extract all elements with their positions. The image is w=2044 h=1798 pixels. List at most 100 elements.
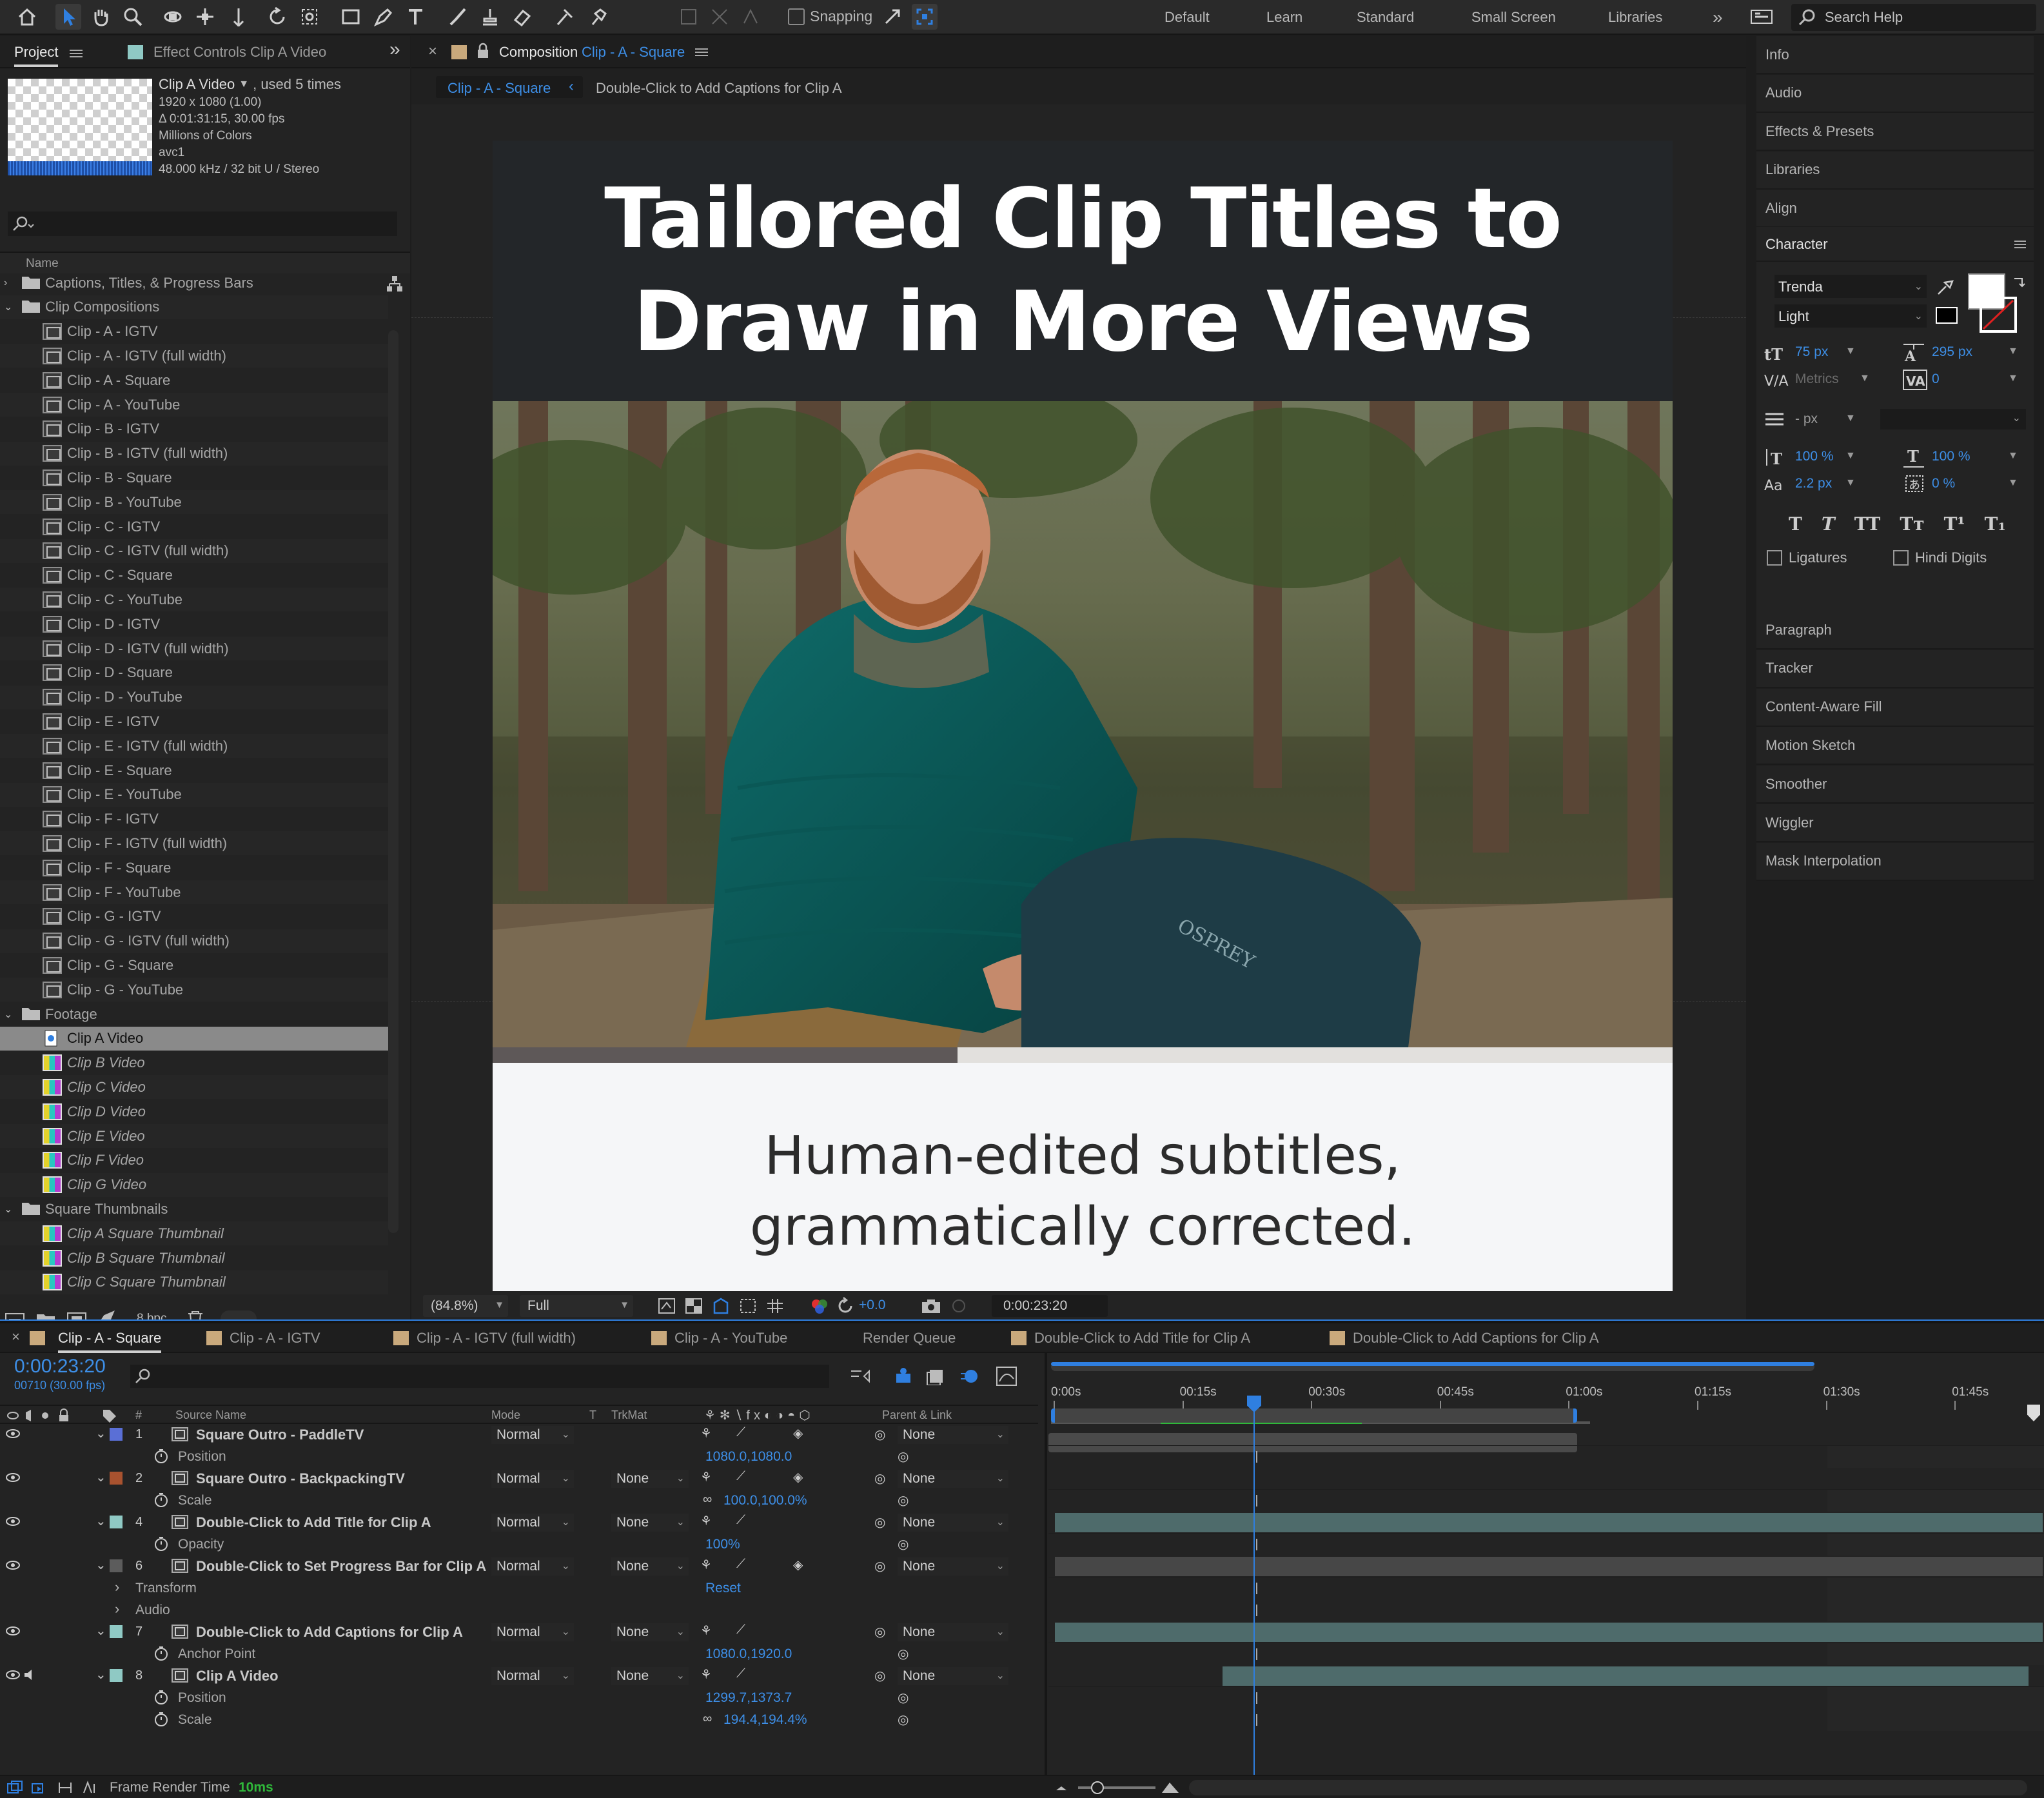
eye-icon[interactable] [5,1516,21,1527]
project-item[interactable]: Clip B Square Thumbnail [0,1246,388,1270]
trkmat-dropdown[interactable]: None ⌄ [611,1514,689,1532]
project-item[interactable]: Clip - B - YouTube [0,490,388,515]
project-item[interactable]: Clip - D - IGTV (full width) [0,637,388,660]
lock-icon[interactable] [476,43,490,59]
layer-name[interactable]: Square Outro - PaddleTV [196,1427,364,1443]
project-item[interactable]: Clip A Video [0,1026,388,1051]
layer-row[interactable]: ⌄ 2 Square Outro - BackpackingTV Normal ⌄ Non… [0,1468,1038,1490]
layer-duration-bar[interactable] [1055,1513,2043,1532]
chevron-down-icon[interactable]: ⌄ [95,1623,106,1639]
project-item[interactable]: Clip - G - IGTV [0,905,388,929]
frame-blending-icon[interactable] [926,1367,948,1385]
timeline-tab[interactable]: Clip - A - IGTV [230,1330,320,1347]
project-item[interactable]: Clip - A - IGTV (full width) [0,344,388,368]
chevron-down-icon[interactable]: ▼ [2008,373,2018,384]
trkmat-dropdown[interactable]: None ⌄ [611,1623,689,1641]
stopwatch-icon[interactable] [153,1492,169,1508]
layer-label-color[interactable] [110,1625,123,1638]
collapse-transform-icon[interactable]: ◈ [793,1425,803,1441]
constrain-proportions-icon[interactable]: ∞ [703,1712,712,1726]
panel-smoother[interactable]: Smoother [1756,766,2034,804]
black-swatch[interactable] [1936,307,1958,324]
anchor-point-tool-icon[interactable] [297,4,322,30]
chevron-right-icon[interactable]: › [4,277,13,289]
breadcrumb-current[interactable]: Clip - A - Square ‹ [436,76,583,98]
camera-snapshot-icon[interactable] [921,1298,941,1314]
resolution-dropdown[interactable]: Full ▼ [520,1295,633,1317]
blend-mode-dropdown[interactable]: Normal ⌄ [491,1514,574,1532]
world-axis-icon[interactable] [707,4,732,30]
snapping-toggle[interactable]: Snapping [788,8,872,25]
pickwhip-icon[interactable]: ◎ [874,1558,885,1574]
stopwatch-icon[interactable] [153,1536,169,1552]
project-item[interactable]: Clip - G - Square [0,953,388,977]
project-item[interactable]: Clip - C - IGTV (full width) [0,538,388,563]
col-mode[interactable]: Mode [491,1408,520,1422]
clone-stamp-icon[interactable] [477,4,503,30]
grid-guides-icon[interactable] [766,1298,784,1314]
shy-switch-icon[interactable]: ⚘ [700,1623,712,1639]
blend-mode-dropdown[interactable]: Normal ⌄ [491,1557,574,1576]
panel-paragraph[interactable]: Paragraph [1756,611,2034,649]
snap-options-icon[interactable] [880,4,905,30]
blend-mode-dropdown[interactable]: Normal ⌄ [491,1470,574,1488]
fast-preview-icon[interactable] [658,1298,676,1314]
rotation-tool-icon[interactable] [264,4,290,30]
property-value[interactable]: 100.0,100.0% [723,1493,807,1508]
layer-label-color[interactable] [110,1669,123,1682]
stroke-style-dropdown[interactable]: ⌄ [1880,409,2026,430]
font-size-value[interactable]: 75 px [1795,344,1828,360]
folder-row[interactable]: › Captions, Titles, & Progress Bars [0,271,388,295]
tab-effect-controls[interactable]: Effect Controls Clip A Video [153,44,326,61]
faux-bold-button[interactable]: T [1789,513,1802,535]
project-item[interactable]: Clip - D - YouTube [0,685,388,709]
expression-pickwhip-icon[interactable]: ◎ [898,1690,909,1706]
timeline-zoom-thumb[interactable] [1091,1781,1104,1794]
parent-dropdown[interactable]: None ⌄ [898,1514,1008,1532]
property-row[interactable]: Opacity 100% ◎ [0,1534,1038,1556]
project-item[interactable]: Clip G Video [0,1172,388,1197]
subscript-button[interactable]: T₁ [1985,513,2006,535]
panel-mask-interpolation[interactable]: Mask Interpolation [1756,842,2034,881]
chevron-down-icon[interactable]: ▼ [2008,450,2018,462]
parent-dropdown[interactable]: None ⌄ [898,1557,1008,1576]
vertical-scale-value[interactable]: 100 % [1795,449,1834,464]
orbit-camera-icon[interactable] [160,4,186,30]
layer-row[interactable]: ⌄ 8 Clip A Video Normal ⌄ None ⌄ ⚘ ⟋ ◎ None ⌄ [0,1665,1038,1687]
expression-pickwhip-icon[interactable]: ◎ [898,1646,909,1662]
hand-tool-icon[interactable] [88,4,113,30]
stroke-color-swatch[interactable] [1980,297,2017,333]
project-item[interactable]: Clip - B - IGTV [0,417,388,441]
quality-switch-icon[interactable]: ⟋ [736,1557,745,1572]
puppet-pin-icon[interactable] [585,4,611,30]
parent-dropdown[interactable]: None ⌄ [898,1623,1008,1641]
project-item[interactable]: Clip - E - YouTube [0,782,388,807]
workspace-tab[interactable]: Default [1164,0,1210,35]
property-row[interactable]: › Transform Reset [0,1577,1038,1599]
project-item[interactable]: Clip E Video [0,1124,388,1148]
property-row[interactable]: Position 1080.0,1080.0 ◎ [0,1446,1038,1468]
layer-row[interactable]: ⌄ 4 Double-Click to Add Title for Clip A No… [0,1512,1038,1534]
chevron-down-icon[interactable]: ▼ [239,79,249,90]
quality-switch-icon[interactable]: ⟋ [736,1666,745,1681]
shy-switch-icon[interactable]: ⚘ [700,1557,712,1573]
exposure-value[interactable]: +0.0 [859,1298,885,1313]
quality-switch-icon[interactable]: ⟋ [736,1513,745,1528]
blend-mode-dropdown[interactable]: Normal ⌄ [491,1623,574,1641]
chevron-down-icon[interactable]: ▼ [1845,413,1856,424]
expression-pickwhip-icon[interactable]: ◎ [898,1712,909,1728]
eye-icon[interactable] [5,1559,21,1571]
project-item[interactable]: Clip F Video [0,1149,388,1172]
pickwhip-icon[interactable]: ◎ [874,1624,885,1640]
panel-content-aware-fill[interactable]: Content-Aware Fill [1756,688,2034,727]
close-icon[interactable]: × [428,43,437,61]
graph-editor-icon[interactable] [996,1366,1017,1387]
workspace-tab[interactable]: Small Screen [1471,0,1556,35]
chevron-down-icon[interactable]: ▼ [1860,373,1870,384]
col-trkmat[interactable]: TrkMat [611,1408,647,1422]
chevron-down-icon[interactable]: ⌄ [95,1557,106,1573]
pickwhip-icon[interactable]: ◎ [874,1427,885,1443]
faux-italic-button[interactable]: T [1822,513,1835,535]
project-item[interactable]: Clip - C - Square [0,564,388,588]
shy-switch-icon[interactable]: ⚘ [700,1425,712,1441]
